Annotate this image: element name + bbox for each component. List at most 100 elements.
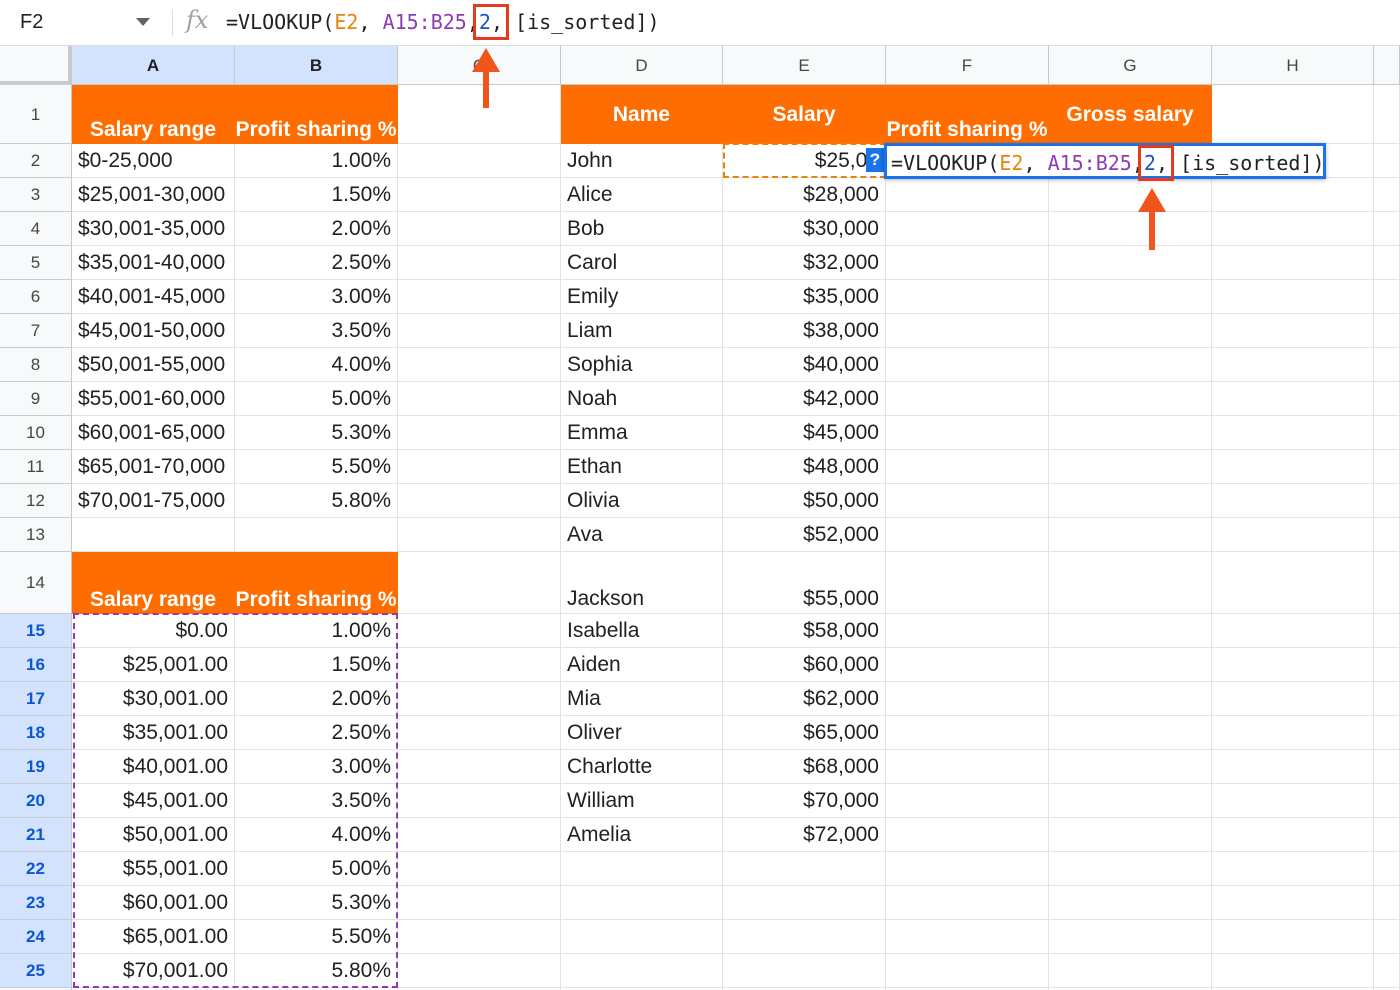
grid-cell[interactable] xyxy=(886,716,1049,750)
grid-cell[interactable] xyxy=(1374,716,1400,750)
grid-cell[interactable] xyxy=(1212,886,1374,920)
grid-cell[interactable] xyxy=(1049,382,1212,416)
grid-cell[interactable] xyxy=(886,954,1049,988)
row-header-25[interactable]: 25 xyxy=(0,954,72,988)
grid-cell[interactable] xyxy=(1049,716,1212,750)
grid-cell[interactable] xyxy=(1374,750,1400,784)
column-header-h[interactable]: H xyxy=(1212,46,1374,85)
row-header-9[interactable]: 9 xyxy=(0,382,72,416)
grid-cell[interactable] xyxy=(398,246,561,280)
column-header-d[interactable]: D xyxy=(561,46,723,85)
grid-cell[interactable] xyxy=(1049,246,1212,280)
grid-cell[interactable] xyxy=(561,920,723,954)
grid-cell[interactable] xyxy=(886,614,1049,648)
grid-cell[interactable] xyxy=(886,518,1049,552)
grid-cell[interactable] xyxy=(886,648,1049,682)
grid-cell[interactable] xyxy=(1212,552,1374,614)
grid-cell[interactable] xyxy=(1212,450,1374,484)
grid-cell[interactable] xyxy=(1212,484,1374,518)
grid-cell[interactable] xyxy=(1049,818,1212,852)
cell-editor[interactable]: =VLOOKUP(E2, A15:B25,2, [is_sorted]) xyxy=(884,143,1326,181)
grid-cell[interactable] xyxy=(398,212,561,246)
grid-cell[interactable] xyxy=(886,382,1049,416)
grid-cell[interactable] xyxy=(886,552,1049,614)
column-header-f[interactable]: F xyxy=(886,46,1049,85)
grid-cell[interactable] xyxy=(398,886,561,920)
grid-cell[interactable] xyxy=(1049,416,1212,450)
grid-cell[interactable] xyxy=(1049,178,1212,212)
grid-cell[interactable] xyxy=(398,750,561,784)
grid-cell[interactable] xyxy=(886,212,1049,246)
grid-cell[interactable] xyxy=(398,552,561,614)
grid-cell[interactable] xyxy=(1374,484,1400,518)
row-header-1[interactable]: 1 xyxy=(0,85,72,144)
grid-cell[interactable] xyxy=(72,518,235,552)
row-header-23[interactable]: 23 xyxy=(0,886,72,920)
grid-cell[interactable] xyxy=(1212,518,1374,552)
grid-cell[interactable] xyxy=(886,682,1049,716)
grid-cell[interactable] xyxy=(1374,954,1400,988)
row-header-11[interactable]: 11 xyxy=(0,450,72,484)
row-header-15[interactable]: 15 xyxy=(0,614,72,648)
grid-cell[interactable] xyxy=(1212,416,1374,450)
column-header-a[interactable]: A xyxy=(72,46,235,85)
grid-cell[interactable] xyxy=(1374,518,1400,552)
grid-cell[interactable] xyxy=(1212,246,1374,280)
grid-cell[interactable] xyxy=(886,484,1049,518)
row-header-6[interactable]: 6 xyxy=(0,280,72,314)
grid-cell[interactable] xyxy=(1212,178,1374,212)
grid-cell[interactable] xyxy=(1212,212,1374,246)
grid-cell[interactable] xyxy=(723,954,886,988)
grid-cell[interactable] xyxy=(1374,648,1400,682)
grid-cell[interactable] xyxy=(1374,818,1400,852)
grid-cell[interactable] xyxy=(886,920,1049,954)
grid-cell[interactable] xyxy=(1212,682,1374,716)
column-header-b[interactable]: B xyxy=(235,46,398,85)
formula-input[interactable]: =VLOOKUP(E2, A15:B25,2, [is_sorted]) xyxy=(226,4,660,40)
grid-cell[interactable] xyxy=(398,614,561,648)
row-header-7[interactable]: 7 xyxy=(0,314,72,348)
row-header-12[interactable]: 12 xyxy=(0,484,72,518)
grid-cell[interactable] xyxy=(886,784,1049,818)
grid-cell[interactable] xyxy=(1374,246,1400,280)
grid-cell[interactable] xyxy=(1374,682,1400,716)
grid-cell[interactable] xyxy=(1212,716,1374,750)
grid-cell[interactable] xyxy=(398,450,561,484)
grid-cell[interactable] xyxy=(723,886,886,920)
grid-cell[interactable] xyxy=(1049,484,1212,518)
grid-cell[interactable] xyxy=(561,886,723,920)
grid-cell[interactable] xyxy=(398,416,561,450)
grid-cell[interactable] xyxy=(886,450,1049,484)
grid-cell[interactable] xyxy=(398,144,561,178)
grid-cell[interactable] xyxy=(886,246,1049,280)
grid-cell[interactable] xyxy=(398,178,561,212)
column-header-g[interactable]: G xyxy=(1049,46,1212,85)
row-header-10[interactable]: 10 xyxy=(0,416,72,450)
grid-cell[interactable] xyxy=(561,954,723,988)
grid-cell[interactable] xyxy=(1049,750,1212,784)
row-header-3[interactable]: 3 xyxy=(0,178,72,212)
row-header-21[interactable]: 21 xyxy=(0,818,72,852)
column-header-extra[interactable] xyxy=(1374,46,1400,85)
row-header-2[interactable]: 2 xyxy=(0,144,72,178)
grid-cell[interactable] xyxy=(1049,682,1212,716)
row-header-8[interactable]: 8 xyxy=(0,348,72,382)
grid-cell[interactable] xyxy=(1212,648,1374,682)
grid-cell[interactable] xyxy=(1212,784,1374,818)
grid-cell[interactable] xyxy=(1212,85,1374,144)
grid-cell[interactable] xyxy=(886,416,1049,450)
grid-cell[interactable] xyxy=(1212,750,1374,784)
grid-cell[interactable] xyxy=(1374,886,1400,920)
chevron-down-icon[interactable] xyxy=(136,18,150,26)
row-header-17[interactable]: 17 xyxy=(0,682,72,716)
row-header-4[interactable]: 4 xyxy=(0,212,72,246)
grid-cell[interactable] xyxy=(886,178,1049,212)
grid-cell[interactable] xyxy=(1212,954,1374,988)
grid-cell[interactable] xyxy=(1374,852,1400,886)
grid-cell[interactable] xyxy=(1374,416,1400,450)
grid-cell[interactable] xyxy=(1374,178,1400,212)
row-header-14[interactable]: 14 xyxy=(0,552,72,614)
grid-cell[interactable] xyxy=(1374,314,1400,348)
grid-cell[interactable] xyxy=(1212,852,1374,886)
grid-cell[interactable] xyxy=(1212,614,1374,648)
